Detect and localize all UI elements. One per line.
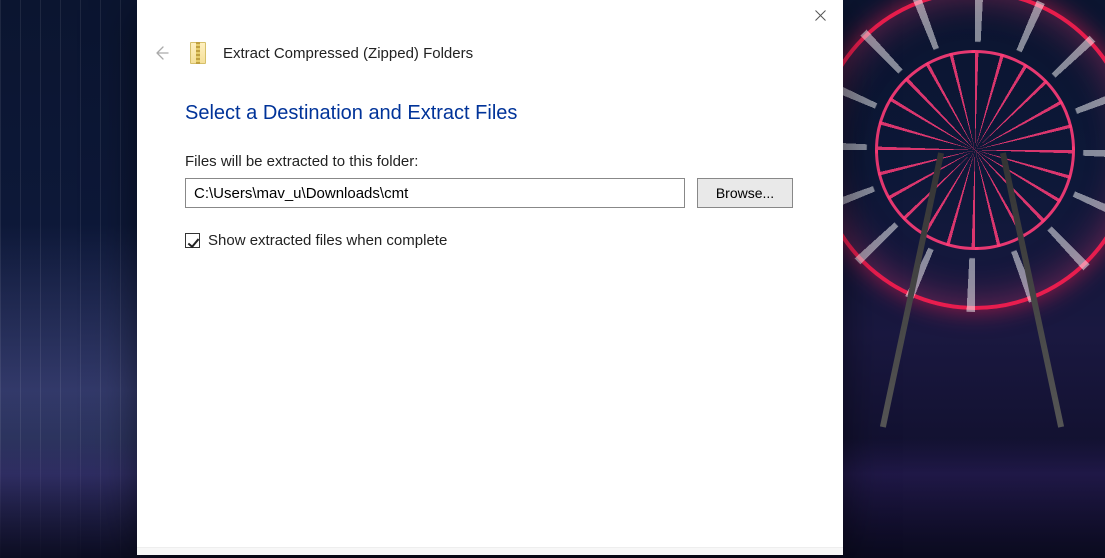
titlebar — [137, 0, 843, 40]
close-button[interactable] — [798, 0, 843, 30]
destination-label: Files will be extracted to this folder: — [185, 153, 795, 170]
wizard-title: Extract Compressed (Zipped) Folders — [223, 45, 473, 62]
show-files-checkbox-row[interactable]: Show extracted files when complete — [185, 232, 795, 249]
wizard-content: Select a Destination and Extract Files F… — [137, 74, 843, 547]
destination-row: Browse... — [185, 178, 795, 208]
show-files-checkbox[interactable] — [185, 233, 200, 248]
browse-button[interactable]: Browse... — [697, 178, 793, 208]
extract-wizard-dialog: Extract Compressed (Zipped) Folders Sele… — [137, 0, 843, 555]
zipped-folder-icon — [187, 40, 209, 66]
destination-path-input[interactable] — [185, 178, 685, 208]
show-files-checkbox-label: Show extracted files when complete — [208, 232, 447, 249]
wizard-header: Extract Compressed (Zipped) Folders — [137, 40, 843, 74]
wizard-footer — [137, 547, 843, 555]
section-title: Select a Destination and Extract Files — [185, 102, 795, 125]
arrow-left-icon — [153, 45, 169, 61]
ferris-wheel-graphic — [815, 0, 1105, 310]
close-icon — [815, 10, 826, 21]
back-button[interactable] — [149, 41, 173, 65]
